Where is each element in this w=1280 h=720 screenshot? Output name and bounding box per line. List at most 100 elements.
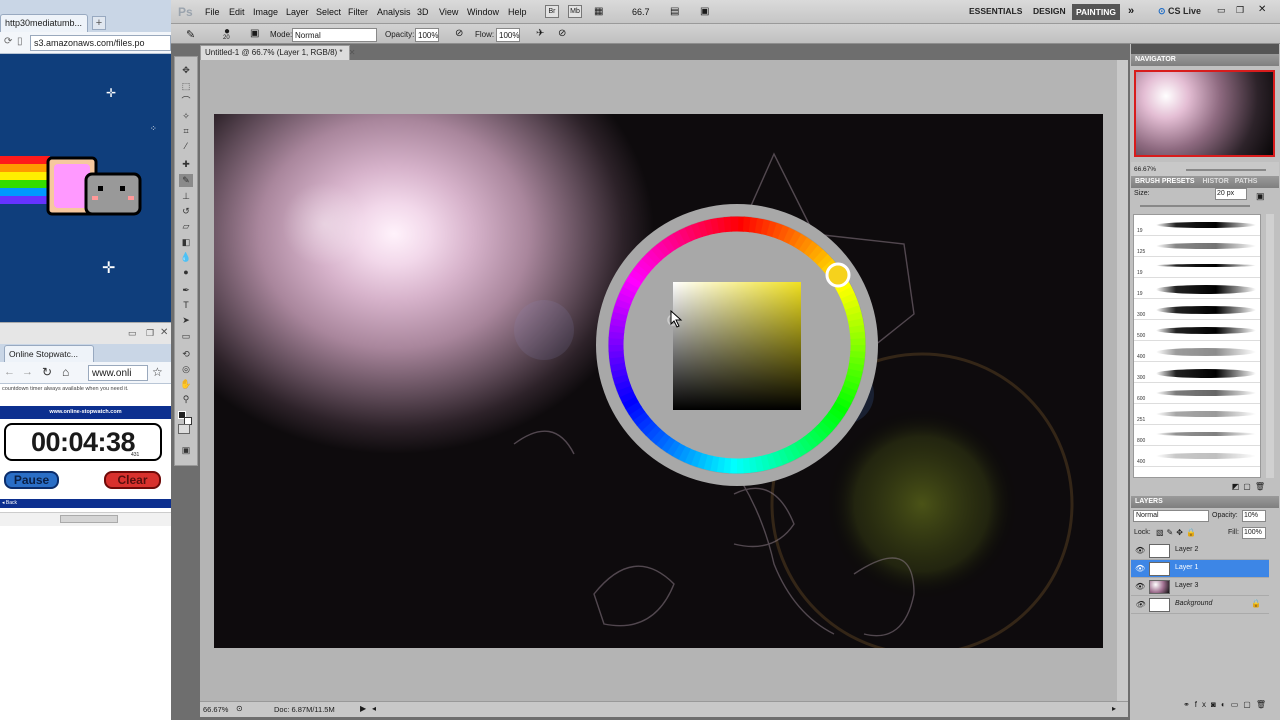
status-menu-arrow-icon[interactable]: ▶ (360, 704, 366, 713)
close-document-icon[interactable]: ✕ (349, 48, 356, 57)
brush-preset[interactable]: 600 (1134, 383, 1260, 404)
eraser-tool-icon[interactable]: ▱ (179, 220, 193, 233)
lasso-tool-icon[interactable]: ⌒ (179, 95, 193, 108)
navigator-zoom-value[interactable]: 66.67% (1134, 166, 1156, 173)
layers-panel-header[interactable]: LAYERS (1131, 496, 1279, 508)
brush-preset[interactable]: 19 (1134, 278, 1260, 299)
marquee-tool-icon[interactable]: ⬚ (179, 80, 193, 93)
shape-tool-icon[interactable]: ▭ (179, 330, 193, 343)
3d-rotate-tool-icon[interactable]: ⟲ (179, 348, 193, 361)
brush-size-field[interactable]: 20 px (1215, 188, 1247, 200)
menu-help[interactable]: Help (508, 7, 527, 17)
healing-brush-tool-icon[interactable]: ✚ (179, 158, 193, 171)
layer-opacity-field[interactable]: 10% (1242, 510, 1266, 522)
eye-visibility-icon[interactable]: 👁 (1135, 564, 1145, 573)
brush-preset[interactable]: 125 (1134, 236, 1260, 257)
adjustment-layer-icon[interactable]: ◐ (1221, 700, 1231, 709)
navigator-zoom-slider[interactable] (1186, 169, 1266, 171)
clone-stamp-tool-icon[interactable]: ⊥ (179, 190, 193, 203)
star-bookmark-icon[interactable]: ☆ (152, 365, 163, 379)
home-icon[interactable]: ⌂ (62, 365, 69, 379)
browser2-address-bar[interactable]: www.onli (88, 365, 148, 381)
mode-dropdown[interactable]: Normal (292, 28, 377, 42)
eyedropper-tool-icon[interactable]: ⁄ (179, 140, 193, 153)
link-layers-icon[interactable]: ⚭ (1183, 700, 1195, 709)
scroll-right-icon[interactable]: ▸ (1112, 704, 1116, 713)
brush-preset[interactable]: 251 (1134, 404, 1260, 425)
delete-layer-icon[interactable]: 🗑 (1256, 700, 1271, 709)
menu-select[interactable]: Select (316, 7, 341, 17)
ps-restore-icon[interactable]: ❐ (1236, 5, 1244, 16)
lock-icons[interactable]: ▧✎✥🔒 (1156, 528, 1199, 537)
ps-close-icon[interactable]: ✕ (1258, 4, 1266, 15)
menu-file[interactable]: File (205, 7, 220, 17)
fill-field[interactable]: 100% (1242, 527, 1266, 539)
menu-view[interactable]: View (439, 7, 458, 17)
refresh-icon[interactable]: ⟳ (4, 36, 12, 47)
arrange-documents-icon[interactable]: ▤ (670, 6, 679, 17)
document-tab[interactable]: Untitled-1 @ 66.7% (Layer 1, RGB/8) * ✕ (200, 45, 355, 60)
document-vertical-scrollbar[interactable] (1117, 60, 1128, 701)
status-options-icon[interactable]: ⊙ (236, 704, 243, 713)
brush-tool-preset-icon[interactable]: ✎ (186, 28, 195, 41)
clear-button[interactable]: Clear (104, 471, 161, 489)
scrollbar-thumb[interactable] (60, 515, 118, 523)
brush-panel-toggle-icon[interactable]: ▣ (250, 28, 259, 39)
navigator-panel-header[interactable]: NAVIGATOR (1131, 54, 1279, 66)
pressure-size-icon[interactable]: ⊘ (558, 28, 566, 39)
zoom-tool-icon[interactable]: ⚲ (179, 393, 193, 406)
brush-preset[interactable]: 19 (1134, 215, 1260, 236)
bridge-icon[interactable]: Br (545, 5, 559, 18)
menu-3d[interactable]: 3D (417, 7, 429, 17)
screen-mode-icon[interactable]: ▣ (700, 6, 709, 17)
type-tool-icon[interactable]: T (179, 299, 193, 312)
more-workspaces-icon[interactable]: » (1128, 5, 1134, 17)
blur-tool-icon[interactable]: 💧 (179, 251, 193, 264)
brush-list-scrollbar[interactable] (1266, 214, 1274, 478)
toggle-brush-panel-icon[interactable]: ◩ (1232, 482, 1244, 491)
navigator-thumbnail[interactable] (1134, 70, 1275, 157)
brush-preset[interactable]: 300 (1134, 362, 1260, 383)
menu-analysis[interactable]: Analysis (377, 7, 411, 17)
layer-row[interactable]: 👁 Layer 3 (1131, 578, 1269, 596)
eye-visibility-icon[interactable]: 👁 (1135, 600, 1145, 609)
browser2-tab[interactable]: Online Stopwatc... (4, 345, 94, 362)
quick-select-tool-icon[interactable]: ✧ (179, 110, 193, 123)
brush-preset[interactable]: 400 (1134, 446, 1260, 467)
pen-tool-icon[interactable]: ✒ (179, 284, 193, 297)
workspace-painting[interactable]: PAINTING (1072, 4, 1120, 20)
menu-layer[interactable]: Layer (286, 7, 309, 17)
zoom-level-menu[interactable]: 66.7 (632, 7, 650, 17)
brush-preset[interactable]: 300 (1134, 299, 1260, 320)
brush-preset[interactable]: 800 (1134, 425, 1260, 446)
ps-minimize-icon[interactable]: ▭ (1217, 5, 1226, 16)
tab-brush-presets[interactable]: BRUSH PRESETS (1135, 178, 1195, 185)
opacity-field[interactable]: 100% (415, 28, 439, 42)
new-layer-icon[interactable]: ▢ (1243, 700, 1256, 709)
workspace-essentials[interactable]: ESSENTIALS (969, 6, 1022, 16)
tab-paths[interactable]: PATHS (1235, 178, 1258, 185)
new-brush-icon[interactable]: ▢ (1243, 482, 1255, 491)
crop-tool-icon[interactable]: ⌗ (179, 125, 193, 138)
mini-bridge-icon[interactable]: Mb (568, 5, 582, 18)
quick-mask-icon[interactable] (178, 424, 190, 434)
pressure-opacity-icon[interactable]: ⊘ (455, 28, 463, 39)
dodge-tool-icon[interactable]: ● (179, 266, 193, 279)
status-zoom[interactable]: 66.67% (203, 705, 228, 714)
delete-brush-icon[interactable]: 🗑 (1255, 482, 1269, 491)
screen-mode-tool-icon[interactable]: ▣ (179, 444, 193, 457)
brush-preset[interactable]: 400 (1134, 341, 1260, 362)
layer-row-selected[interactable]: 👁 Layer 1 (1131, 560, 1269, 578)
back-arrow-icon[interactable]: ← (4, 366, 15, 378)
layer-style-icon[interactable]: fx (1195, 700, 1211, 709)
menu-edit[interactable]: Edit (229, 7, 245, 17)
hue-selector-handle[interactable] (825, 262, 851, 288)
cs-live-button[interactable]: ⊙ CS Live (1158, 6, 1201, 17)
menu-image[interactable]: Image (253, 7, 278, 17)
brush-preset[interactable]: 500 (1134, 320, 1260, 341)
menu-filter[interactable]: Filter (348, 7, 368, 17)
close-icon[interactable]: ✕ (160, 327, 168, 338)
forward-arrow-icon[interactable]: → (22, 366, 33, 378)
painting-canvas[interactable] (214, 114, 1103, 648)
new-group-icon[interactable]: ▭ (1231, 700, 1244, 709)
